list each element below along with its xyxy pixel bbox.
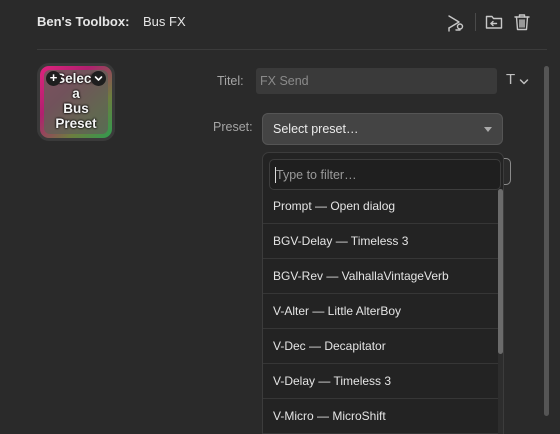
preset-option[interactable]: Prompt — Open dialog xyxy=(263,189,499,224)
preset-select[interactable]: Select preset… xyxy=(262,113,503,145)
preset-label: Preset: xyxy=(213,120,253,134)
preset-select-value: Select preset… xyxy=(273,122,359,136)
preset-option[interactable]: V-Alter — Little AlterBoy xyxy=(263,294,499,329)
preset-options: Prompt — Open dialog BGV-Delay — Timeles… xyxy=(263,189,499,434)
text-type-button[interactable]: T xyxy=(504,70,532,92)
preset-dropdown: Prompt — Open dialog BGV-Delay — Timeles… xyxy=(262,152,504,434)
route-icon[interactable] xyxy=(445,12,465,32)
filter-input[interactable] xyxy=(270,160,500,189)
panel-scrollbar[interactable] xyxy=(544,66,549,416)
select-arrow-icon xyxy=(484,127,492,132)
preset-option[interactable]: V-Delay — Timeless 3 xyxy=(263,364,499,399)
chevron-down-icon xyxy=(519,79,529,85)
title-input[interactable]: FX Send xyxy=(256,68,497,94)
trash-icon[interactable] xyxy=(512,12,532,32)
doc-title: Bus FX xyxy=(143,14,186,29)
add-icon[interactable]: + xyxy=(46,71,61,86)
chevron-down-icon[interactable] xyxy=(91,71,106,86)
type-icon: T xyxy=(506,71,516,88)
text-caret xyxy=(275,167,276,183)
app-title: Ben's Toolbox: xyxy=(37,14,130,29)
header: Ben's Toolbox: Bus FX xyxy=(0,0,560,46)
folder-icon[interactable] xyxy=(484,12,504,32)
preset-option[interactable]: BGV-Rev — ValhallaVintageVerb xyxy=(263,259,499,294)
filter-field[interactable] xyxy=(269,159,501,190)
dropdown-scrollbar-thumb[interactable] xyxy=(498,189,503,354)
preset-option[interactable]: BGV-Delay — Timeless 3 xyxy=(263,224,499,259)
header-divider xyxy=(475,13,476,31)
dropdown-scrollbar[interactable] xyxy=(498,189,503,434)
header-separator xyxy=(37,49,547,50)
preset-option[interactable]: V-Micro — MicroShift xyxy=(263,399,499,434)
title-label: Titel: xyxy=(217,74,244,88)
preset-thumbnail[interactable]: Select a Bus Preset + xyxy=(37,63,115,141)
preset-option[interactable]: V-Dec — Decapitator xyxy=(263,329,499,364)
